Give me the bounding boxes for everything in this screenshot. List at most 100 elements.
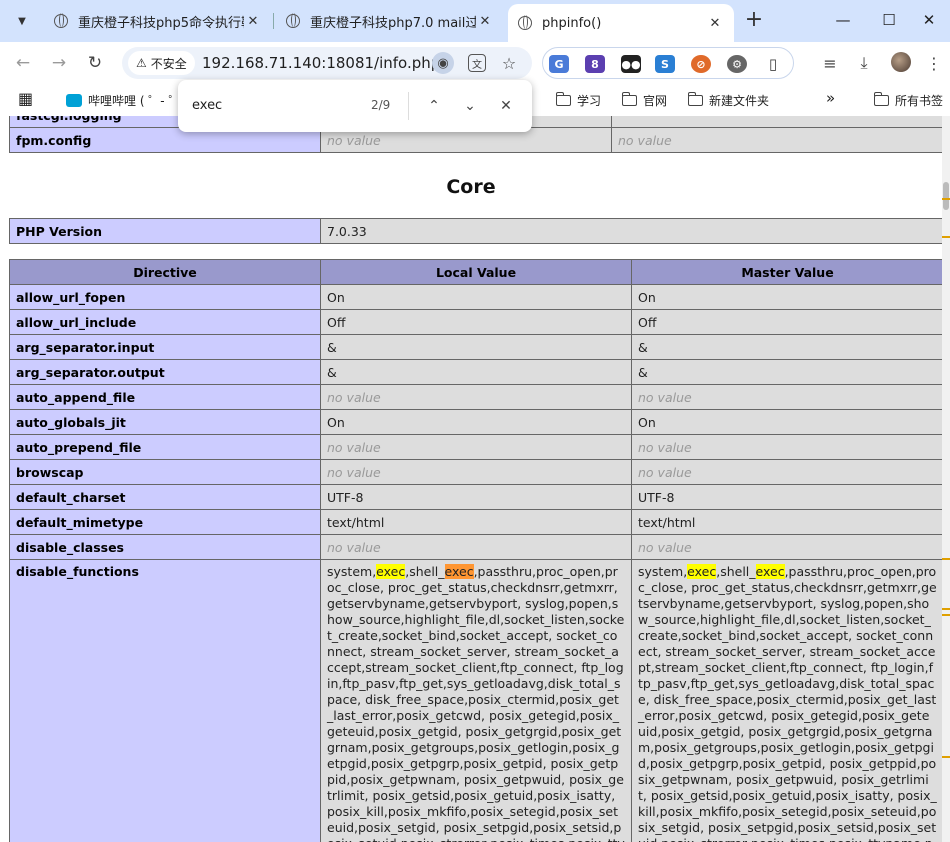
extension-badge-icon[interactable]: 8 <box>585 55 605 73</box>
s-extension-icon[interactable]: S <box>655 55 675 73</box>
close-icon[interactable]: ✕ <box>476 12 494 30</box>
version-table: PHP Version 7.0.33 <box>9 218 942 244</box>
scroll-thumb[interactable] <box>943 182 949 210</box>
warning-icon: ⚠ <box>136 56 147 70</box>
close-icon: ✕ <box>922 11 936 29</box>
value-text: system, <box>638 564 688 579</box>
back-button[interactable]: ← <box>10 50 36 76</box>
close-icon[interactable]: ✕ <box>244 12 262 30</box>
forward-button[interactable]: → <box>46 50 72 76</box>
reload-button[interactable]: ↻ <box>82 50 108 76</box>
folder-icon <box>555 92 571 106</box>
chevron-up-icon: ⌃ <box>428 98 440 114</box>
master-value: Off <box>631 309 942 335</box>
google-lens-icon[interactable]: ◉ <box>432 52 454 74</box>
search-highlight: exec <box>755 564 785 579</box>
master-value: UTF-8 <box>631 484 942 510</box>
master-value: On <box>631 284 942 310</box>
close-window-button[interactable]: ✕ <box>906 8 950 32</box>
security-indicator[interactable]: ⚠ 不安全 <box>128 51 195 75</box>
local-value: & <box>320 334 632 360</box>
bookmark-folder-new[interactable]: 新建文件夹 <box>687 92 769 109</box>
directive-key: allow_url_include <box>9 309 321 335</box>
directive-key: default_charset <box>9 484 321 510</box>
reading-list-icon[interactable]: ≡ <box>818 51 842 75</box>
kebab-menu-icon[interactable]: ⋮ <box>922 51 946 75</box>
url-text[interactable]: 192.168.71.140:18081/info.php <box>202 54 440 72</box>
tab-php5-lab[interactable]: 重庆橙子科技php5命令执行靶场 ✕ <box>44 7 272 35</box>
find-input[interactable]: exec <box>192 98 222 113</box>
bookmark-folder-study[interactable]: 学习 <box>555 92 601 109</box>
value-text: system, <box>327 564 377 579</box>
table-row: PHP Version 7.0.33 <box>9 218 942 244</box>
translate-extension-icon[interactable]: G <box>549 55 569 73</box>
find-next-button[interactable]: ⌄ <box>458 94 482 118</box>
core-directives-table: Directive Local Value Master Value allow… <box>9 259 942 842</box>
profile-avatar[interactable] <box>891 52 911 72</box>
bookmarks-overflow-button[interactable]: » <box>826 89 835 107</box>
find-marker <box>942 614 950 616</box>
directive-key: arg_separator.input <box>9 334 321 360</box>
tab-title: 重庆橙子科技php7.0 mail过滤 <box>310 15 476 31</box>
core-rows: allow_url_fopen On On allow_url_include Off O… <box>9 284 942 560</box>
find-marker <box>942 558 950 560</box>
bookmark-folder-official[interactable]: 官网 <box>621 92 668 109</box>
value-text: ,shell_ <box>716 564 756 579</box>
directive-key: auto_globals_jit <box>9 409 321 435</box>
bilibili-icon <box>66 94 82 107</box>
globe-icon <box>286 13 300 28</box>
local-value: UTF-8 <box>320 484 632 510</box>
chevron-down-icon: ▼ <box>18 15 26 27</box>
folder-icon <box>873 92 889 106</box>
blocker-extension-icon[interactable]: ⊘ <box>691 55 711 73</box>
plus-icon: + <box>744 7 764 32</box>
tab-search-button[interactable]: ▼ <box>8 7 36 35</box>
bookmark-label: 所有书签 <box>895 94 944 108</box>
master-value: & <box>631 334 942 360</box>
reload-icon: ↻ <box>87 53 103 73</box>
php-version-value: 7.0.33 <box>320 218 942 244</box>
globe-icon <box>54 13 68 28</box>
bookmark-label: 哔哩哔哩 ( ゜- ゜) <box>88 94 186 108</box>
directive-key: auto_prepend_file <box>9 434 321 460</box>
close-icon[interactable]: ✕ <box>706 14 724 32</box>
star-icon[interactable]: ☆ <box>498 52 520 74</box>
address-bar[interactable]: ⚠ 不安全 192.168.71.140:18081/info.php ◉ 文 … <box>122 47 532 79</box>
minimize-button[interactable]: — <box>820 8 866 32</box>
tampermonkey-icon[interactable]: ●● <box>621 55 641 73</box>
tab-separator <box>273 13 274 29</box>
find-previous-button[interactable]: ⌃ <box>422 94 446 118</box>
bookmark-label: 官网 <box>643 94 668 108</box>
local-value: On <box>320 284 632 310</box>
new-tab-button[interactable]: + <box>742 9 766 33</box>
tab-php7-mail[interactable]: 重庆橙子科技php7.0 mail过滤 ✕ <box>276 7 504 35</box>
download-icon[interactable]: ⤓ <box>852 51 876 75</box>
master-value: & <box>631 359 942 385</box>
tab-phpinfo[interactable]: phpinfo() ✕ <box>508 4 734 42</box>
master-value: no value <box>611 127 942 153</box>
translate-icon[interactable]: 文 <box>468 54 486 72</box>
value-text: ,passthru,proc_open,proc_close, proc_get… <box>327 564 625 842</box>
master-value: no value <box>631 384 942 410</box>
all-bookmarks-button[interactable]: 所有书签 <box>873 92 944 109</box>
find-close-button[interactable]: ✕ <box>494 94 518 118</box>
directive-key: disable_classes <box>9 534 321 560</box>
find-bar: exec 2/9 ⌃ ⌄ ✕ <box>178 80 532 132</box>
find-marker <box>942 236 950 238</box>
master-value <box>611 116 942 128</box>
find-separator <box>408 92 409 120</box>
gear-extension-icon[interactable]: ⚙ <box>727 55 747 73</box>
column-header-directive: Directive <box>9 259 321 285</box>
bookmark-bilibili[interactable]: 哔哩哔哩 ( ゜- ゜) <box>66 92 185 109</box>
page-content: fastcgi.logging fpm.config no value no v… <box>0 116 942 842</box>
master-value: system,exec,shell_exec,passthru,proc_ope… <box>631 559 942 842</box>
search-highlight-current: exec <box>444 564 474 579</box>
toolbar: ← → ↻ ⚠ 不安全 192.168.71.140:18081/info.ph… <box>0 42 950 84</box>
puzzle-icon[interactable]: ▯ <box>763 55 783 73</box>
find-match-count: 2/9 <box>371 98 391 112</box>
table-row: arg_separator.input & & <box>9 334 942 360</box>
value-text: ,passthru,proc_open,proc_close, proc_get… <box>638 564 937 842</box>
apps-grid-icon[interactable]: ▦ <box>18 89 33 108</box>
scrollbar[interactable] <box>942 116 950 842</box>
directive-key: disable_functions <box>9 559 321 842</box>
